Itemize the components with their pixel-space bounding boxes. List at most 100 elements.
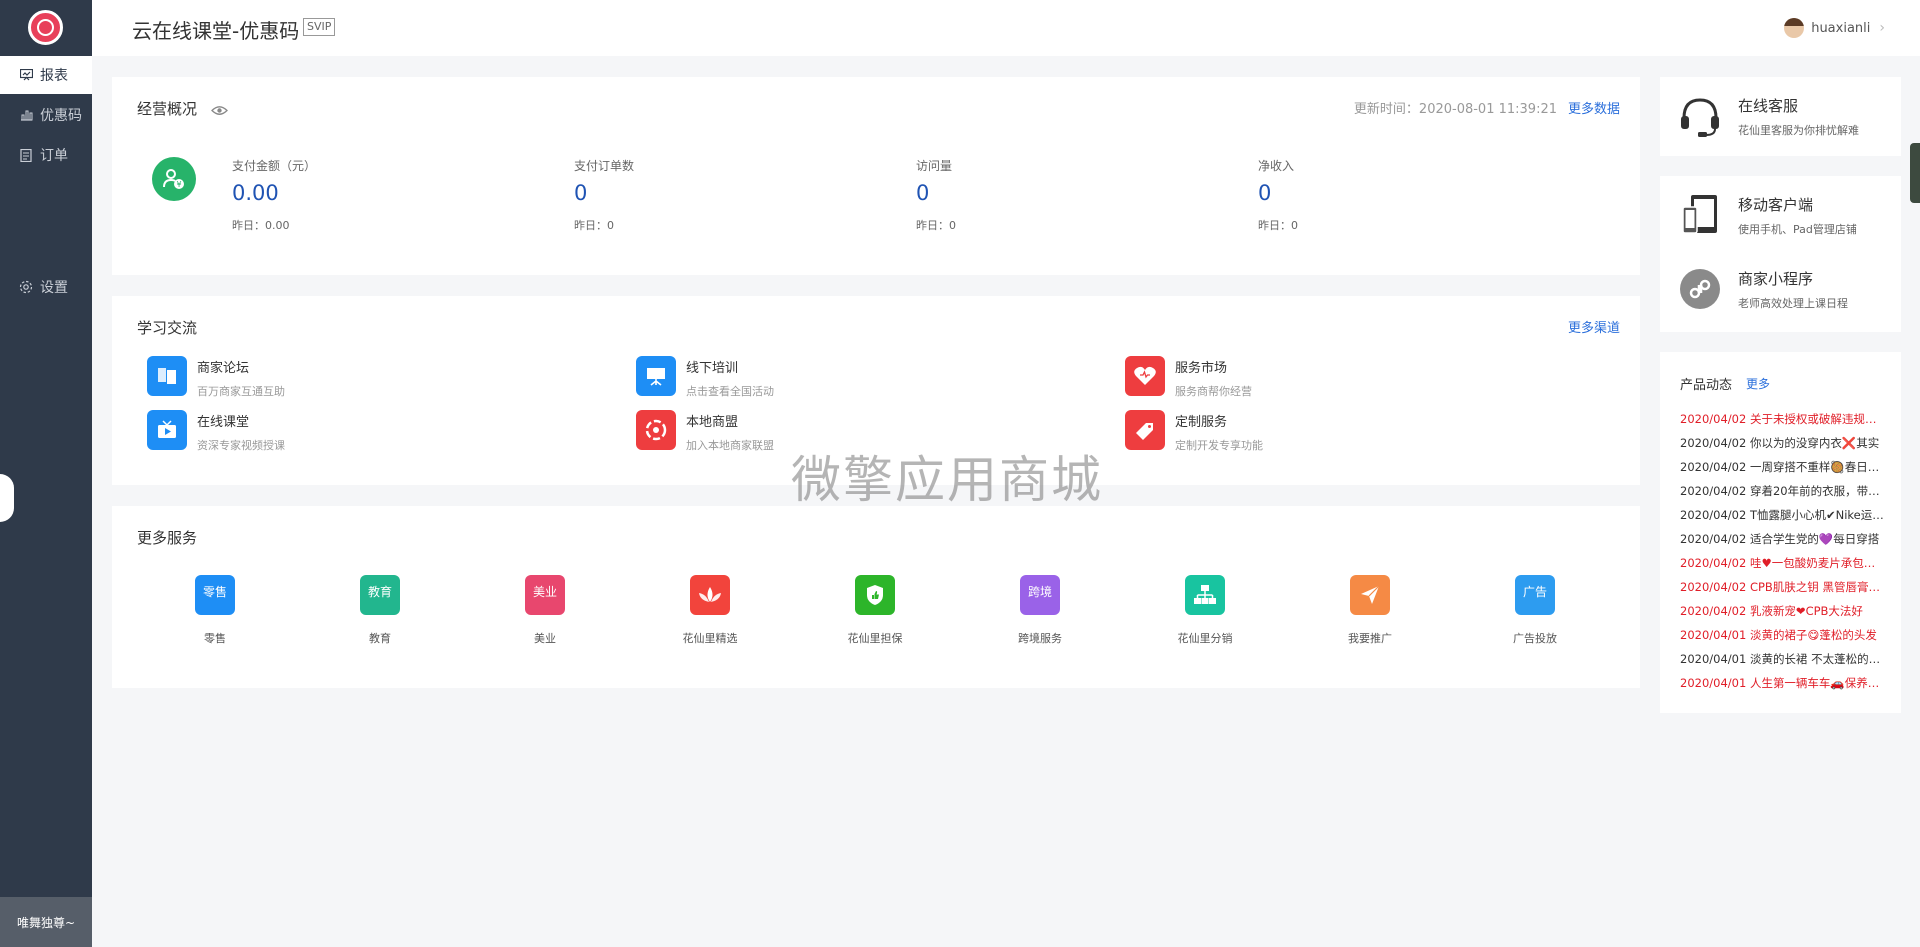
service-label: 花仙里分销 (1177, 632, 1233, 645)
online-support-card: 在线客服 花仙里客服为你排忧解难 (1660, 77, 1901, 156)
news-item[interactable]: 2020/04/02 适合学生党的💜每日穿搭 (1680, 531, 1884, 547)
svip-badge: SVIP (303, 18, 336, 36)
avatar (1784, 18, 1805, 38)
app-logo[interactable] (28, 10, 63, 45)
icon-text: 跨境 (1027, 584, 1052, 599)
tablet-phone-icon (1678, 193, 1722, 237)
news-more-link[interactable]: 更多 (1746, 375, 1770, 392)
more-channels-link[interactable]: 更多渠道 (1568, 317, 1620, 336)
top-header: 云在线课堂-优惠码 SVIP huaxianli › (92, 0, 1920, 56)
service-promotion[interactable]: 我要推广 (1315, 575, 1425, 646)
card-title: 经营概况 (137, 100, 198, 118)
metric-yesterday: 昨日：0 (916, 219, 956, 232)
payment-user-icon: ¥ (152, 157, 196, 201)
sidebar-footer[interactable]: 唯舞独尊~ (0, 897, 92, 947)
news-item[interactable]: 2020/04/02 CPB肌肤之钥 黑管唇膏试色 (1680, 579, 1884, 595)
cross-border-icon: 跨境 (1020, 575, 1060, 615)
learning-item-title: 本地商盟 (686, 415, 739, 430)
news-item[interactable]: 2020/04/02 T恤露腿小心机✔Nike运动风 (1680, 507, 1884, 523)
sidebar-item-coupon[interactable]: 优惠码 (0, 96, 92, 134)
news-item[interactable]: 2020/04/02 乳液新宠❤CPB大法好 (1680, 603, 1884, 619)
learning-item-custom-service[interactable]: 定制服务 定制开发专享功能 (1125, 410, 1263, 453)
mini-program-icon (1678, 267, 1722, 311)
news-item[interactable]: 2020/04/01 淡黄的长裙 不太蓬松的头发 (1680, 651, 1884, 667)
service-cross-border[interactable]: 跨境 跨境服务 (985, 575, 1095, 646)
news-item[interactable]: 2020/04/02 哇♥一包酸奶麦片承包早餐 (1680, 555, 1884, 571)
learning-item-desc: 百万商家互通互助 (197, 385, 285, 398)
side-scroll-tab[interactable] (1910, 143, 1920, 203)
metric-label: 支付金额（元） (232, 159, 317, 173)
news-item[interactable]: 2020/04/02 关于未授权或破解违规使用 (1680, 411, 1884, 427)
metric-label: 净收入 (1258, 159, 1295, 173)
news-item[interactable]: 2020/04/01 淡黄的裙子😋蓬松的头发 (1680, 627, 1884, 643)
book-icon (147, 356, 187, 396)
learning-item-offline-training[interactable]: 线下培训 点击查看全国活动 (636, 356, 774, 399)
sidebar-item-order[interactable]: 订单 (0, 136, 92, 174)
sidebar-collapse-handle[interactable] (0, 474, 14, 522)
more-data-link[interactable]: 更多数据 (1568, 98, 1620, 117)
learning-item-title: 服务市场 (1175, 361, 1228, 376)
order-icon (19, 148, 33, 162)
service-label: 我要推广 (1348, 632, 1392, 645)
eye-icon[interactable] (211, 101, 228, 120)
service-label: 跨境服务 (1018, 632, 1062, 645)
metric-yesterday: 昨日：0 (1258, 219, 1298, 232)
learning-item-title: 线下培训 (686, 361, 739, 376)
org-chart-icon (1185, 575, 1225, 615)
service-retail[interactable]: 零售 零售 (160, 575, 270, 646)
learning-item-service-market[interactable]: 服务市场 服务商帮你经营 (1125, 356, 1252, 399)
page-title: 云在线课堂-优惠码 (132, 19, 300, 43)
news-item[interactable]: 2020/04/02 你以为的没穿内衣❌其实 (1680, 435, 1884, 451)
service-label: 教育 (369, 632, 391, 645)
business-overview-card: 经营概况 更新时间：2020-08-01 11:39:21 更多数据 ¥ 支付金… (112, 77, 1640, 275)
service-featured[interactable]: 花仙里精选 (655, 575, 765, 646)
service-label: 花仙里担保 (847, 632, 903, 645)
sidebar-item-label: 优惠码 (40, 108, 82, 124)
service-advertising[interactable]: 广告 广告投放 (1480, 575, 1590, 646)
service-distribution[interactable]: 花仙里分销 (1150, 575, 1260, 646)
card-title: 学习交流 (137, 319, 198, 337)
heart-icon (1125, 356, 1165, 396)
education-icon: 教育 (360, 575, 400, 615)
learning-item-forum[interactable]: 商家论坛 百万商家互通互助 (147, 356, 285, 399)
sidebar-item-report[interactable]: 报表 (0, 56, 92, 94)
chevron-right-icon: › (1879, 20, 1885, 36)
mobile-client-item[interactable]: 移动客户端 使用手机、Pad管理店铺 (1678, 193, 1857, 237)
metric-visits: 访问量 0 昨日：0 (916, 157, 956, 233)
paper-plane-icon (1350, 575, 1390, 615)
service-education[interactable]: 教育 教育 (325, 575, 435, 646)
card-title: 更多服务 (137, 529, 198, 547)
sidebar-item-label: 订单 (40, 148, 68, 164)
service-label: 广告投放 (1513, 632, 1557, 645)
learning-item-desc: 资深专家视频授课 (197, 439, 285, 452)
watermark: 微擎应用商城 (791, 451, 1103, 509)
svg-text:¥: ¥ (176, 180, 181, 189)
advertising-icon: 广告 (1515, 575, 1555, 615)
news-item[interactable]: 2020/04/02 一周穿搭不重样🥘春日穿搭 (1680, 459, 1884, 475)
sidebar-item-settings[interactable]: 设置 (0, 268, 92, 306)
client-apps-card: 移动客户端 使用手机、Pad管理店铺 商家小程序 老师高效处理上课日程 (1660, 176, 1901, 332)
metric-net-income: 净收入 0 昨日：0 (1258, 157, 1298, 233)
news-item[interactable]: 2020/04/01 人生第一辆车车🚗保养指南 (1680, 675, 1884, 691)
presentation-board-icon (636, 356, 676, 396)
service-beauty[interactable]: 美业 美业 (490, 575, 600, 646)
beauty-icon: 美业 (525, 575, 565, 615)
mini-program-item[interactable]: 商家小程序 老师高效处理上课日程 (1678, 267, 1848, 311)
learning-item-title: 商家论坛 (197, 361, 250, 376)
sidebar-item-label: 设置 (40, 280, 68, 296)
service-guarantee[interactable]: 花仙里担保 (820, 575, 930, 646)
shield-thumb-icon (855, 575, 895, 615)
miniapp-title: 商家小程序 (1738, 269, 1814, 288)
miniapp-desc: 老师高效处理上课日程 (1738, 296, 1848, 310)
headset-icon (1678, 94, 1722, 138)
learning-item-local-alliance[interactable]: 本地商盟 加入本地商家联盟 (636, 410, 774, 453)
news-item[interactable]: 2020/04/02 穿着20年前的衣服，带着回忆 (1680, 483, 1884, 499)
icon-text: 教育 (367, 584, 392, 599)
learning-item-desc: 点击查看全国活动 (686, 385, 774, 398)
report-icon (19, 68, 33, 82)
online-support-item[interactable]: 在线客服 花仙里客服为你排忧解难 (1678, 94, 1859, 138)
user-menu[interactable]: huaxianli › (1784, 18, 1885, 38)
learning-item-online-class[interactable]: 在线课堂 资深专家视频授课 (147, 410, 285, 453)
metric-value: 0 (916, 181, 930, 205)
icon-text: 美业 (532, 584, 557, 599)
